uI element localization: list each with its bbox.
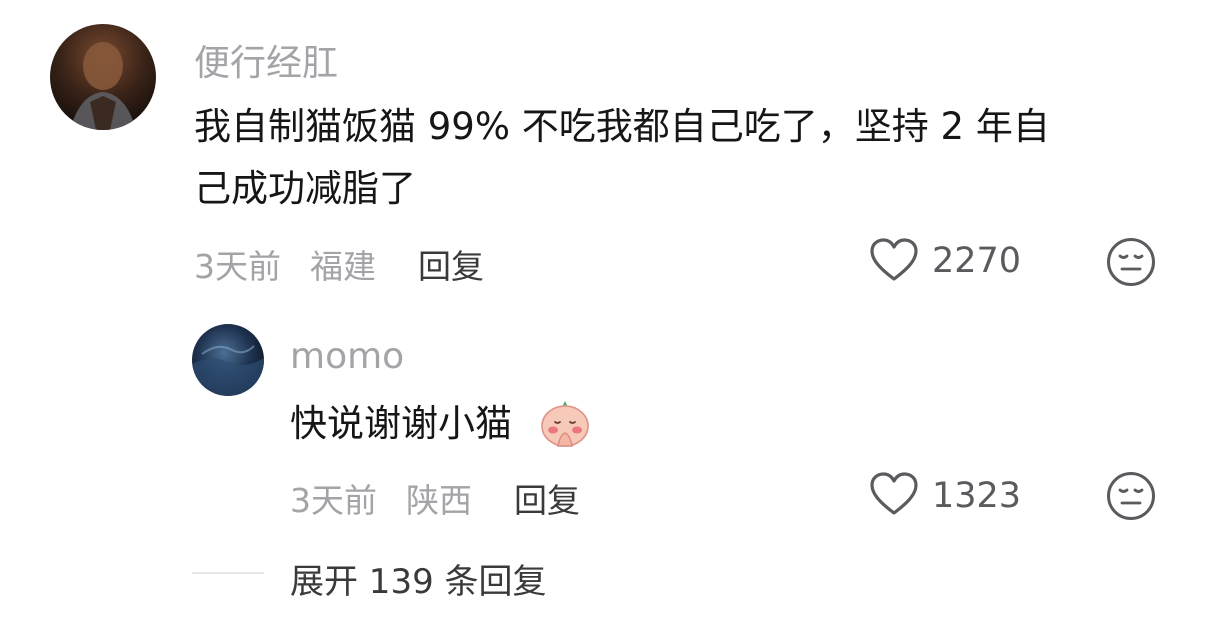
reply-username[interactable]: momo [290, 336, 404, 377]
comment-dislike-button[interactable] [1105, 236, 1157, 288]
reply-dislike-button[interactable] [1105, 470, 1157, 522]
dislike-face-icon [1105, 470, 1157, 522]
comment-reply-button[interactable]: 回复 [418, 240, 484, 288]
dislike-face-icon [1105, 236, 1157, 288]
commenter-avatar[interactable] [50, 24, 156, 130]
reply-like-count: 1323 [932, 476, 1022, 516]
reply-location: 陕西 [406, 481, 472, 520]
commenter-username[interactable]: 便行经肛 [194, 34, 338, 86]
comment-location: 福建 [310, 247, 376, 286]
reply-reply-button[interactable]: 回复 [514, 474, 580, 522]
comment-text-line2: 己成功减脂了 [194, 167, 416, 210]
comment-like-count: 2270 [932, 241, 1022, 281]
heart-icon [868, 236, 920, 284]
reply-time: 3天前 [290, 481, 377, 520]
reply-like-button[interactable] [868, 470, 920, 518]
praying-peach-emoji [538, 397, 592, 449]
comment-time: 3天前 [194, 247, 281, 286]
heart-icon [868, 470, 920, 518]
comment-like-button[interactable] [868, 236, 920, 284]
comment-text-line1: 我自制猫饭猫 99% 不吃我都自己吃了，坚持 2 年自 [194, 105, 1050, 148]
reply-avatar[interactable] [192, 324, 264, 396]
reply-text: 快说谢谢小猫 [290, 402, 512, 445]
expand-replies-button[interactable]: 展开 139 条回复 [290, 554, 547, 603]
expand-divider [192, 572, 264, 574]
